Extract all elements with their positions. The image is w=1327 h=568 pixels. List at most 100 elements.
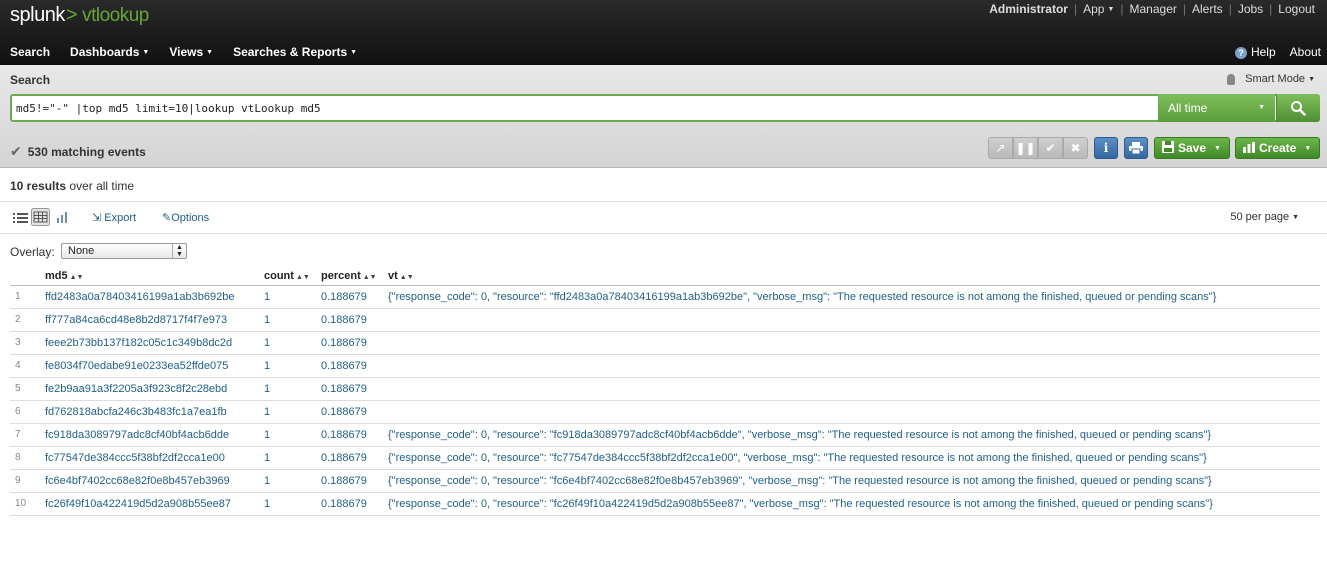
print-button[interactable]	[1124, 137, 1148, 159]
cell-count[interactable]: 1	[260, 423, 317, 447]
help-link[interactable]: ? Help	[1234, 45, 1276, 59]
search-panel: Search Smart Mode▼ All time ▼ ✔ 530 matc…	[0, 65, 1327, 168]
cell-count[interactable]: 1	[260, 400, 317, 424]
cell-percent[interactable]: 0.188679	[317, 400, 384, 424]
cell-md5[interactable]: fc26f49f10a422419d5d2a908b55ee87	[41, 492, 260, 516]
divider	[0, 233, 1327, 234]
overlay-select[interactable]: None ▲ ▼	[61, 243, 187, 259]
chevron-down-icon: ▼	[142, 49, 150, 57]
row-number: 1	[10, 285, 41, 309]
nav-views[interactable]: Views ▼	[169, 45, 213, 59]
cell-md5[interactable]: fe2b9aa91a3f2205a3f923c8f2c28ebd	[41, 377, 260, 401]
row-number: 4	[10, 354, 41, 378]
table-row[interactable]: 10 fc26f49f10a422419d5d2a908b55ee87 1 0.188…	[10, 492, 1320, 516]
search-mode-selector[interactable]: Smart Mode ▼	[1227, 73, 1315, 85]
row-number: 9	[10, 469, 41, 493]
cell-md5[interactable]: ff777a84ca6cd48e8b2d8717f4f7e973	[41, 308, 260, 332]
table-row[interactable]: 5 fe2b9aa91a3f2205a3f923c8f2c28ebd 1 0.1886…	[10, 377, 1320, 401]
table-row[interactable]: 8 fc77547de384ccc5f38bf2df2cca1e00 1 0.1886…	[10, 446, 1320, 470]
cell-md5[interactable]: fc918da3089797adc8cf40bf4acb6dde	[41, 423, 260, 447]
table-row[interactable]: 1 ffd2483a0a78403416199a1ab3b692be 1 0.1886…	[10, 285, 1320, 309]
create-button[interactable]: Create ▼	[1235, 137, 1320, 159]
manager-link[interactable]: Manager	[1124, 2, 1183, 16]
save-button[interactable]: Save ▼	[1154, 137, 1230, 159]
cell-md5[interactable]: fd762818abcfa246c3b483fc1a7ea1fb	[41, 400, 260, 424]
column-header-md5[interactable]: md5 ▲▼	[41, 268, 260, 286]
list-view-icon[interactable]	[12, 209, 30, 225]
table-row[interactable]: 9 fc6e4bf7402cc68e82f0e8b457eb3969 1 0.1886…	[10, 469, 1320, 493]
cell-md5[interactable]: fe8034f70edabe91e0233ea52ffde075	[41, 354, 260, 378]
cell-vt[interactable]: {"response_code": 0, "resource": "fc26f4…	[384, 492, 1320, 516]
cancel-button[interactable]: ✖	[1063, 137, 1088, 159]
logout-link[interactable]: Logout	[1272, 2, 1321, 16]
search-input[interactable]	[16, 99, 1156, 117]
cell-count[interactable]: 1	[260, 446, 317, 470]
column-header-vt[interactable]: vt ▲▼	[384, 268, 1320, 286]
per-page-selector[interactable]: 50 per page ▼	[1230, 211, 1299, 223]
cell-md5[interactable]: fc6e4bf7402cc68e82f0e8b457eb3969	[41, 469, 260, 493]
cell-percent[interactable]: 0.188679	[317, 308, 384, 332]
cell-percent[interactable]: 0.188679	[317, 492, 384, 516]
cell-count[interactable]: 1	[260, 285, 317, 309]
checkmark-icon: ✔	[10, 143, 22, 159]
help-nav: ? Help About	[1221, 42, 1321, 62]
splunk-logo[interactable]: splunk> vtlookup	[10, 4, 149, 27]
cell-vt[interactable]: {"response_code": 0, "resource": "fc918d…	[384, 423, 1320, 447]
cell-vt[interactable]	[384, 308, 1320, 332]
chevron-down-icon: ▼	[206, 49, 214, 57]
time-range-picker[interactable]: All time ▼	[1158, 94, 1275, 122]
nav-searches-reports[interactable]: Searches & Reports ▼	[233, 45, 357, 59]
search-button[interactable]	[1276, 94, 1320, 122]
search-title: Search	[10, 73, 51, 87]
cell-percent[interactable]: 0.188679	[317, 331, 384, 355]
table-view-icon[interactable]	[31, 208, 50, 226]
about-link[interactable]: About	[1290, 45, 1321, 59]
cell-percent[interactable]: 0.188679	[317, 469, 384, 493]
cell-vt[interactable]	[384, 331, 1320, 355]
pause-button[interactable]: ❚❚	[1013, 137, 1038, 159]
alerts-link[interactable]: Alerts	[1186, 2, 1229, 16]
chart-view-icon[interactable]	[55, 209, 73, 225]
inspect-button[interactable]: i	[1094, 137, 1118, 159]
cell-count[interactable]: 1	[260, 331, 317, 355]
cell-percent[interactable]: 0.188679	[317, 446, 384, 470]
table-row[interactable]: 4 fe8034f70edabe91e0233ea52ffde075 1 0.1886…	[10, 354, 1320, 378]
chevron-down-icon: ▼	[1107, 6, 1115, 14]
cell-vt[interactable]: {"response_code": 0, "resource": "fc7754…	[384, 446, 1320, 470]
finalize-button[interactable]: ✔	[1038, 137, 1063, 159]
export-link[interactable]: ⇲ Export	[92, 211, 136, 224]
cell-count[interactable]: 1	[260, 354, 317, 378]
table-row[interactable]: 3 feee2b73bb137f182c05c1c349b8dc2d 1 0.1886…	[10, 331, 1320, 355]
cell-percent[interactable]: 0.188679	[317, 377, 384, 401]
nav-search[interactable]: Search	[10, 45, 50, 59]
cell-percent[interactable]: 0.188679	[317, 423, 384, 447]
cell-count[interactable]: 1	[260, 377, 317, 401]
row-number: 8	[10, 446, 41, 470]
sort-icon: ▲▼	[362, 274, 377, 282]
send-to-background-button[interactable]: ↗	[988, 137, 1013, 159]
cell-count[interactable]: 1	[260, 308, 317, 332]
cell-vt[interactable]	[384, 400, 1320, 424]
cell-count[interactable]: 1	[260, 492, 317, 516]
cell-percent[interactable]: 0.188679	[317, 285, 384, 309]
options-link[interactable]: ✎Options	[162, 211, 209, 224]
jobs-link[interactable]: Jobs	[1232, 2, 1269, 16]
table-row[interactable]: 2 ff777a84ca6cd48e8b2d8717f4f7e973 1 0.1886…	[10, 308, 1320, 332]
row-number: 3	[10, 331, 41, 355]
cell-vt[interactable]: {"response_code": 0, "resource": "ffd248…	[384, 285, 1320, 309]
app-menu[interactable]: App ▼	[1077, 2, 1120, 16]
cell-percent[interactable]: 0.188679	[317, 354, 384, 378]
cell-md5[interactable]: ffd2483a0a78403416199a1ab3b692be	[41, 285, 260, 309]
table-row[interactable]: 7 fc918da3089797adc8cf40bf4acb6dde 1 0.1886…	[10, 423, 1320, 447]
cell-vt[interactable]: {"response_code": 0, "resource": "fc6e4b…	[384, 469, 1320, 493]
user-menu[interactable]: Administrator	[983, 2, 1074, 16]
cell-md5[interactable]: fc77547de384ccc5f38bf2df2cca1e00	[41, 446, 260, 470]
column-header-count[interactable]: count ▲▼	[260, 268, 317, 286]
cell-vt[interactable]	[384, 354, 1320, 378]
nav-dashboards[interactable]: Dashboards ▼	[70, 45, 149, 59]
cell-vt[interactable]	[384, 377, 1320, 401]
table-row[interactable]: 6 fd762818abcfa246c3b483fc1a7ea1fb 1 0.1886…	[10, 400, 1320, 424]
column-header-percent[interactable]: percent ▲▼	[317, 268, 384, 286]
cell-count[interactable]: 1	[260, 469, 317, 493]
cell-md5[interactable]: feee2b73bb137f182c05c1c349b8dc2d	[41, 331, 260, 355]
